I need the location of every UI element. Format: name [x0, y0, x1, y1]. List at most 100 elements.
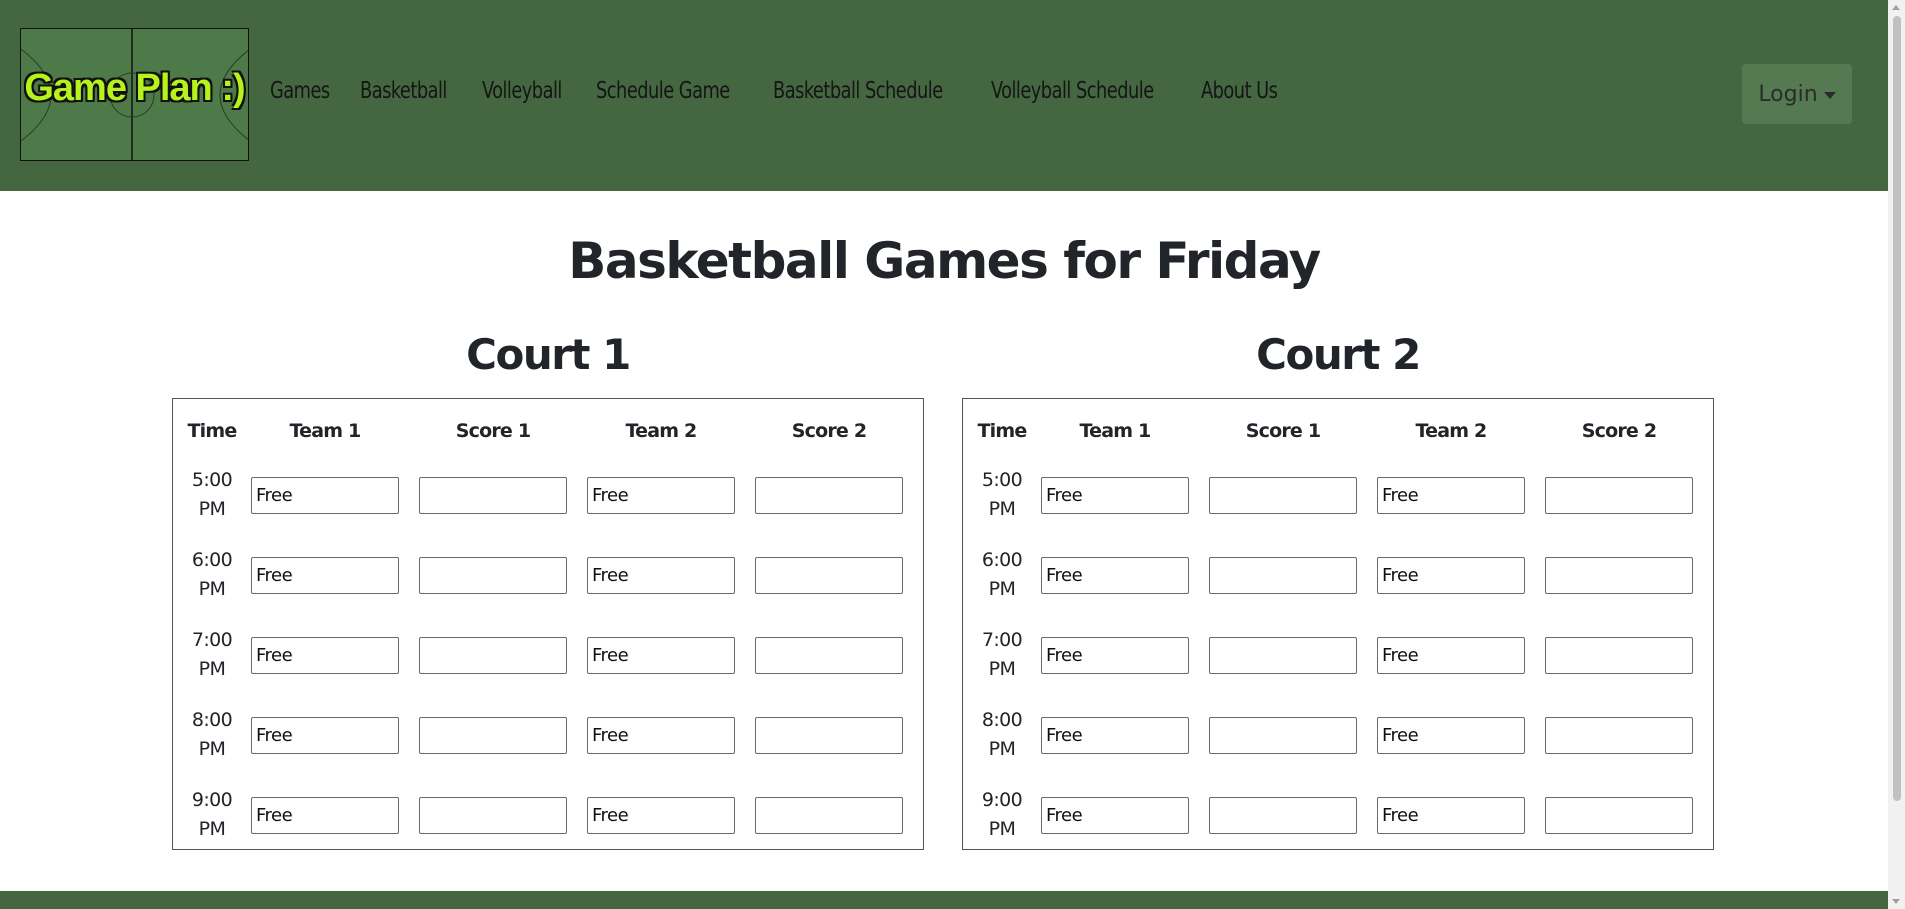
time-value: 7:00: [981, 629, 1023, 651]
team-2-input[interactable]: [1377, 636, 1525, 674]
nav-link-about-us[interactable]: About Us: [1201, 78, 1278, 104]
time-value: 9:00: [191, 789, 233, 811]
score-1-input[interactable]: [419, 716, 567, 754]
team-2-input[interactable]: [1377, 476, 1525, 514]
logo-text: Game Plan :): [24, 67, 245, 109]
team-2-input[interactable]: [587, 716, 735, 754]
column-header-score-1: Score 1: [1245, 420, 1321, 442]
nav-links: Games Basketball Volleyball Schedule Gam…: [270, 78, 1311, 104]
time-cell: 5:00 PM: [183, 455, 241, 535]
team-1-input[interactable]: [1041, 716, 1189, 754]
score-1-input[interactable]: [419, 556, 567, 594]
team-1-input[interactable]: [1041, 796, 1189, 834]
court-1-schedule-box: Time Team 1 Score 1 Team 2 Score 2 5:00 P…: [172, 398, 924, 850]
table-row: 9:00 PM: [183, 775, 913, 855]
court-title: Court 1: [466, 330, 631, 379]
brand-logo[interactable]: Game Plan :): [20, 28, 249, 161]
score-1-input[interactable]: [419, 796, 567, 834]
time-value: 7:00: [191, 629, 233, 651]
time-cell: 8:00 PM: [973, 695, 1031, 775]
time-cell: 8:00 PM: [183, 695, 241, 775]
score-1-input[interactable]: [1209, 716, 1357, 754]
team-1-input[interactable]: [251, 716, 399, 754]
score-2-input[interactable]: [755, 556, 903, 594]
time-cell: 9:00 PM: [183, 775, 241, 855]
time-period: PM: [988, 658, 1016, 680]
time-period: PM: [198, 738, 226, 760]
time-period: PM: [198, 818, 226, 840]
time-period: PM: [198, 578, 226, 600]
time-period: PM: [198, 658, 226, 680]
team-2-input[interactable]: [587, 556, 735, 594]
team-1-input[interactable]: [251, 556, 399, 594]
login-dropdown-button[interactable]: Login: [1742, 64, 1852, 124]
column-header-team-1: Team 1: [1079, 420, 1152, 442]
vertical-scrollbar[interactable]: [1888, 0, 1905, 909]
team-2-input[interactable]: [587, 636, 735, 674]
team-2-input[interactable]: [587, 796, 735, 834]
time-period: PM: [988, 498, 1016, 520]
time-value: 6:00: [191, 549, 233, 571]
nav-link-basketball-schedule[interactable]: Basketball Schedule: [773, 78, 943, 104]
nav-link-schedule-game[interactable]: Schedule Game: [596, 78, 730, 104]
table-header-row: Time Team 1 Score 1 Team 2 Score 2: [973, 399, 1703, 455]
nav-link-games[interactable]: Games: [270, 78, 330, 104]
login-label: Login: [1758, 81, 1818, 107]
table-row: 7:00 PM: [973, 615, 1703, 695]
team-2-input[interactable]: [587, 476, 735, 514]
team-2-input[interactable]: [1377, 716, 1525, 754]
score-2-input[interactable]: [755, 636, 903, 674]
score-1-input[interactable]: [1209, 636, 1357, 674]
score-1-input[interactable]: [1209, 556, 1357, 594]
time-period: PM: [988, 738, 1016, 760]
time-cell: 7:00 PM: [973, 615, 1031, 695]
score-2-input[interactable]: [1545, 476, 1693, 514]
team-1-input[interactable]: [251, 636, 399, 674]
page-title: Basketball Games for Friday: [568, 232, 1321, 290]
table-row: 5:00 PM: [183, 455, 913, 535]
time-value: 8:00: [191, 709, 233, 731]
nav-link-volleyball-schedule[interactable]: Volleyball Schedule: [991, 78, 1154, 104]
time-cell: 5:00 PM: [973, 455, 1031, 535]
scroll-up-arrow-icon[interactable]: [1892, 5, 1900, 10]
scrollbar-thumb[interactable]: [1893, 16, 1901, 801]
score-2-input[interactable]: [755, 476, 903, 514]
time-value: 9:00: [981, 789, 1023, 811]
nav-link-volleyball[interactable]: Volleyball: [482, 78, 562, 104]
column-header-team-1: Team 1: [289, 420, 362, 442]
nav-link-basketball[interactable]: Basketball: [360, 78, 447, 104]
column-header-score-1: Score 1: [455, 420, 531, 442]
score-2-input[interactable]: [1545, 716, 1693, 754]
court-2-section: Court 2 Time Team 1 Score 1 Team 2 Score…: [962, 330, 1714, 850]
score-2-input[interactable]: [1545, 636, 1693, 674]
score-1-input[interactable]: [419, 476, 567, 514]
team-2-input[interactable]: [1377, 556, 1525, 594]
team-2-input[interactable]: [1377, 796, 1525, 834]
column-header-time: Time: [977, 420, 1028, 442]
time-cell: 9:00 PM: [973, 775, 1031, 855]
score-1-input[interactable]: [1209, 796, 1357, 834]
table-row: 8:00 PM: [973, 695, 1703, 775]
score-2-input[interactable]: [755, 796, 903, 834]
score-1-input[interactable]: [1209, 476, 1357, 514]
score-2-input[interactable]: [1545, 796, 1693, 834]
table-row: 7:00 PM: [183, 615, 913, 695]
court-2-schedule-table: Time Team 1 Score 1 Team 2 Score 2 5:00 P…: [973, 399, 1703, 855]
team-1-input[interactable]: [251, 796, 399, 834]
time-value: 5:00: [191, 469, 233, 491]
time-cell: 6:00 PM: [973, 535, 1031, 615]
time-cell: 7:00 PM: [183, 615, 241, 695]
table-row: 6:00 PM: [183, 535, 913, 615]
team-1-input[interactable]: [251, 476, 399, 514]
table-row: 8:00 PM: [183, 695, 913, 775]
team-1-input[interactable]: [1041, 636, 1189, 674]
score-2-input[interactable]: [755, 716, 903, 754]
team-1-input[interactable]: [1041, 556, 1189, 594]
score-1-input[interactable]: [419, 636, 567, 674]
column-header-score-2: Score 2: [1581, 420, 1657, 442]
top-navbar: Game Plan :) Games Basketball Volleyball…: [0, 0, 1888, 191]
team-1-input[interactable]: [1041, 476, 1189, 514]
scroll-down-arrow-icon[interactable]: [1892, 899, 1900, 904]
score-2-input[interactable]: [1545, 556, 1693, 594]
court-title: Court 2: [1256, 330, 1421, 379]
